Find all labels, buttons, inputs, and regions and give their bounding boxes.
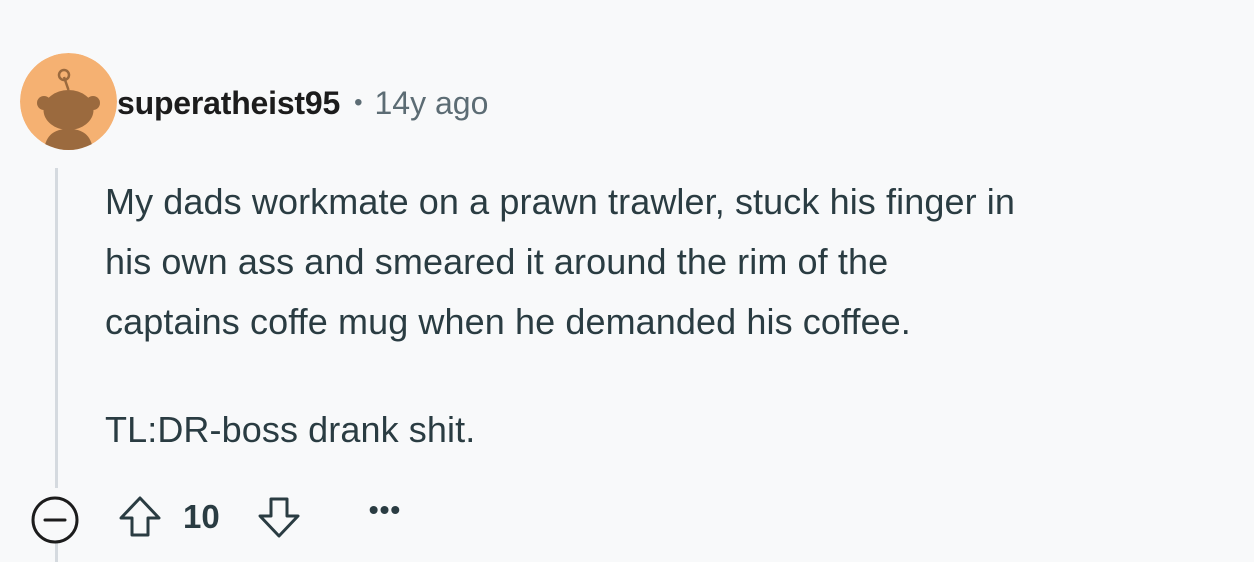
comment-text-line: captains coffe mug when he demanded his …	[105, 301, 911, 342]
minus-circle-icon	[31, 496, 79, 544]
arrow-down-icon	[258, 497, 300, 538]
thread-line-continuation[interactable]	[55, 543, 58, 562]
comment: superatheist95 • 14y ago My dads workmat…	[0, 0, 1254, 562]
separator-dot: •	[354, 89, 363, 116]
avatar[interactable]	[20, 53, 117, 150]
arrow-up-icon	[119, 496, 161, 537]
comment-text-line: his own ass and smeared it around the ri…	[105, 241, 889, 282]
comment-body: My dads workmate on a prawn trawler, stu…	[105, 172, 1225, 460]
vote-score: 10	[183, 498, 220, 535]
comment-tldr: TL:DR-boss drank shit.	[105, 409, 476, 450]
snoo-avatar-icon	[20, 53, 117, 150]
username[interactable]: superatheist95	[117, 85, 340, 122]
comment-text-line: My dads workmate on a prawn trawler, stu…	[105, 181, 1015, 222]
thread-line[interactable]	[55, 168, 58, 488]
comment-action-bar: 10 •••	[0, 488, 500, 544]
upvote-button[interactable]	[115, 492, 165, 542]
comment-header: superatheist95 • 14y ago	[117, 80, 488, 126]
downvote-button[interactable]	[254, 492, 304, 542]
collapse-button[interactable]	[30, 495, 80, 545]
more-options-button[interactable]: •••	[360, 494, 410, 538]
timestamp[interactable]: 14y ago	[374, 85, 488, 122]
